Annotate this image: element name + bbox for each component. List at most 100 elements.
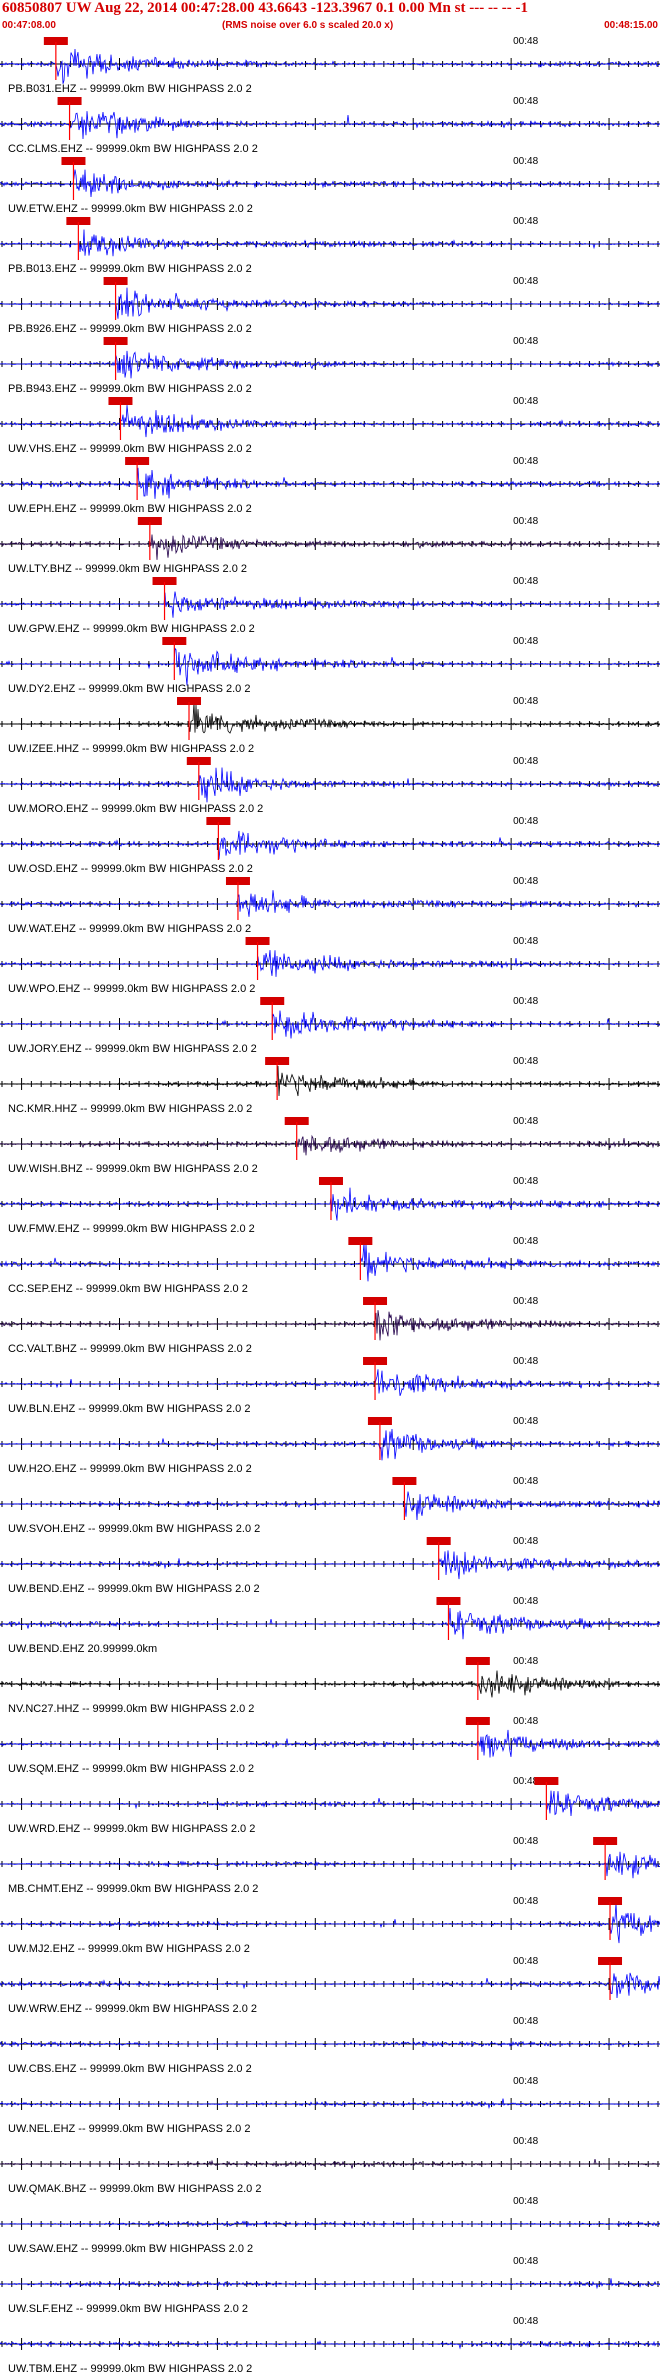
minute-mark-label: 00:48 — [513, 1056, 538, 1067]
minute-mark-label: 00:48 — [513, 1356, 538, 1367]
station-label: UW.BEND.EHZ 20.99999.0km — [8, 1643, 157, 1655]
station-label: UW.TBM.EHZ -- 99999.0km BW HIGHPASS 2.0 … — [8, 2363, 252, 2375]
minute-mark-label: 00:48 — [513, 2016, 538, 2027]
minute-mark-label: 00:48 — [513, 216, 538, 227]
station-label: CC.VALT.BHZ -- 99999.0km BW HIGHPASS 2.0… — [8, 1343, 252, 1355]
station-label: UW.QMAK.BHZ -- 99999.0km BW HIGHPASS 2.0… — [8, 2183, 261, 2195]
station-label: UW.SVOH.EHZ -- 99999.0km BW HIGHPASS 2.0… — [8, 1523, 260, 1535]
waveform-trace — [0, 1243, 660, 1282]
waveform-trace — [0, 1550, 660, 1580]
minute-mark-label: 00:48 — [513, 2076, 538, 2087]
minute-mark-label: 00:48 — [513, 1116, 538, 1127]
station-label: CC.CLMS.EHZ -- 99999.0km BW HIGHPASS 2.0… — [8, 143, 258, 155]
station-label: UW.BEND.EHZ -- 99999.0km BW HIGHPASS 2.0… — [8, 1583, 260, 1595]
minute-mark-label: 00:48 — [513, 1236, 538, 1247]
minute-mark-label: 00:48 — [513, 876, 538, 887]
waveform-trace — [0, 111, 660, 140]
minute-mark-label: 00:48 — [513, 1476, 538, 1487]
waveform-trace — [0, 1790, 660, 1817]
station-label: UW.WRD.EHZ -- 99999.0km BW HIGHPASS 2.0 … — [8, 1823, 255, 1835]
waveform-trace — [0, 2159, 660, 2169]
minute-mark-label: 00:48 — [513, 456, 538, 467]
station-label: UW.SAW.EHZ -- 99999.0km BW HIGHPASS 2.0 … — [8, 2243, 253, 2255]
minute-mark-label: 00:48 — [513, 1296, 538, 1307]
station-label: NC.KMR.HHZ -- 99999.0km BW HIGHPASS 2.0 … — [8, 1103, 252, 1115]
seismogram-plot: 00:48 PB.B031.EHZ -- 99999.0km BW HIGHPAS… — [0, 34, 660, 2378]
minute-mark-label: 00:48 — [513, 396, 538, 407]
station-label: UW.WPO.EHZ -- 99999.0km BW HIGHPASS 2.0 … — [8, 983, 255, 995]
minute-mark-label: 00:48 — [513, 1656, 538, 1667]
minute-mark-label: 00:48 — [513, 96, 538, 107]
minute-mark-label: 00:48 — [513, 1896, 538, 1907]
minute-mark-label: 00:48 — [513, 1416, 538, 1427]
station-label: PB.B926.EHZ -- 99999.0km BW HIGHPASS 2.0… — [8, 323, 252, 335]
minute-mark-label: 00:48 — [513, 156, 538, 167]
minute-mark-label: 00:48 — [513, 276, 538, 287]
station-label: UW.WRW.EHZ -- 99999.0km BW HIGHPASS 2.0 … — [8, 2003, 257, 2015]
waveform-trace — [0, 534, 660, 560]
minute-mark-label: 00:48 — [513, 36, 538, 47]
waveform-trace — [0, 287, 660, 319]
seismogram-svg: 00:48 PB.B031.EHZ -- 99999.0km BW HIGHPAS… — [0, 36, 660, 2375]
station-label: UW.VHS.EHZ -- 99999.0km BW HIGHPASS 2.0 … — [8, 443, 252, 455]
waveform-trace — [0, 2040, 660, 2048]
minute-mark-label: 00:48 — [513, 636, 538, 647]
minute-mark-label: 00:48 — [513, 816, 538, 827]
station-label: UW.BLN.EHZ -- 99999.0km BW HIGHPASS 2.0 … — [8, 1403, 250, 1415]
waveform-trace — [0, 1428, 660, 1461]
station-label: UW.GPW.EHZ -- 99999.0km BW HIGHPASS 2.0 … — [8, 623, 255, 635]
waveform-trace — [0, 229, 660, 257]
plot-header: 60850807 UW Aug 22, 2014 00:47:28.00 43.… — [0, 0, 660, 34]
station-label: UW.EPH.EHZ -- 99999.0km BW HIGHPASS 2.0 … — [8, 503, 252, 515]
waveform-trace — [0, 647, 660, 686]
station-label: UW.H2O.EHZ -- 99999.0km BW HIGHPASS 2.0 … — [8, 1463, 252, 1475]
waveform-trace — [0, 1491, 660, 1521]
waveform-trace — [0, 467, 660, 499]
waveform-trace — [0, 1972, 660, 1999]
rms-note-label: (RMS noise over 6.0 s scaled 20.0 x) — [222, 20, 394, 31]
waveform-trace — [0, 405, 660, 438]
minute-mark-label: 00:48 — [513, 2196, 538, 2207]
station-label: UW.DY2.EHZ -- 99999.0km BW HIGHPASS 2.0 … — [8, 683, 250, 695]
minute-mark-label: 00:48 — [513, 576, 538, 587]
waveform-trace — [0, 1903, 660, 1944]
station-label: UW.OSD.EHZ -- 99999.0km BW HIGHPASS 2.0 … — [8, 863, 253, 875]
station-label: UW.MJ2.EHZ -- 99999.0km BW HIGHPASS 2.0 … — [8, 1943, 250, 1955]
station-label: UW.LTY.BHZ -- 99999.0km BW HIGHPASS 2.0 … — [8, 563, 247, 575]
station-label: UW.MORO.EHZ -- 99999.0km BW HIGHPASS 2.0… — [8, 803, 263, 815]
waveform-trace — [0, 1369, 660, 1396]
minute-mark-label: 00:48 — [513, 1716, 538, 1727]
waveform-trace — [0, 1134, 660, 1156]
waveform-trace — [0, 48, 660, 84]
waveform-trace — [0, 2278, 660, 2290]
waveform-trace — [0, 350, 660, 379]
minute-mark-label: 00:48 — [513, 996, 538, 1007]
minute-mark-label: 00:48 — [513, 696, 538, 707]
minute-mark-label: 00:48 — [513, 2256, 538, 2267]
minute-mark-label: 00:48 — [513, 1596, 538, 1607]
station-label: UW.NEL.EHZ -- 99999.0km BW HIGHPASS 2.0 … — [8, 2123, 250, 2135]
station-label: UW.ETW.EHZ -- 99999.0km BW HIGHPASS 2.0 … — [8, 203, 253, 215]
minute-mark-label: 00:48 — [513, 1956, 538, 1967]
waveform-trace — [0, 830, 660, 860]
station-label: UW.IZEE.HHZ -- 99999.0km BW HIGHPASS 2.0… — [8, 743, 254, 755]
minute-mark-label: 00:48 — [513, 336, 538, 347]
station-label: UW.CBS.EHZ -- 99999.0km BW HIGHPASS 2.0 … — [8, 2063, 252, 2075]
waveform-trace — [0, 2340, 660, 2350]
station-label: PB.B943.EHZ -- 99999.0km BW HIGHPASS 2.0… — [8, 383, 252, 395]
minute-mark-label: 00:48 — [513, 1536, 538, 1547]
waveform-trace — [0, 1851, 660, 1879]
station-label: UW.JORY.EHZ -- 99999.0km BW HIGHPASS 2.0… — [8, 1043, 257, 1055]
minute-mark-label: 00:48 — [513, 516, 538, 527]
station-label: UW.WAT.EHZ -- 99999.0km BW HIGHPASS 2.0 … — [8, 923, 251, 935]
waveform-trace — [0, 169, 660, 198]
station-label: UW.SLF.EHZ -- 99999.0km BW HIGHPASS 2.0 … — [8, 2303, 248, 2315]
minute-mark-label: 00:48 — [513, 1176, 538, 1187]
station-label: NV.NC27.HHZ -- 99999.0km BW HIGHPASS 2.0… — [8, 1703, 254, 1715]
station-label: PB.B013.EHZ -- 99999.0km BW HIGHPASS 2.0… — [8, 263, 252, 275]
event-title: 60850807 UW Aug 22, 2014 00:47:28.00 43.… — [2, 0, 528, 16]
start-time-label: 00:47:08.00 — [2, 20, 56, 31]
station-label: CC.SEP.EHZ -- 99999.0km BW HIGHPASS 2.0 … — [8, 1283, 248, 1295]
station-label: UW.FMW.EHZ -- 99999.0km BW HIGHPASS 2.0 … — [8, 1223, 255, 1235]
waveform-trace — [0, 591, 660, 618]
